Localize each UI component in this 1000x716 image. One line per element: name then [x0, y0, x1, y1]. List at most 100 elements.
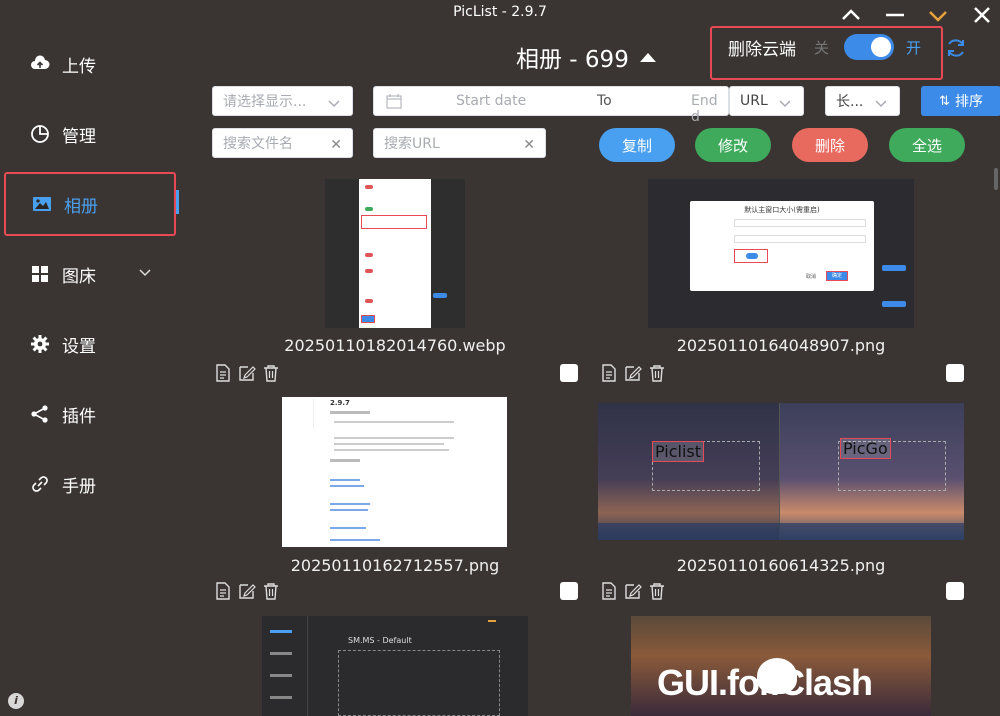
toggle-off-label: 关: [814, 39, 830, 57]
trash-icon[interactable]: [648, 582, 666, 600]
sidebar-item-upload[interactable]: 上传: [4, 32, 176, 96]
chevron-down-icon: [328, 97, 340, 113]
clear-icon[interactable]: ✕: [330, 137, 342, 153]
sidebar-item-plugins[interactable]: 插件: [4, 382, 176, 446]
sidebar-item-label: 图床: [62, 266, 96, 287]
file-info-icon[interactable]: [600, 582, 618, 600]
link-line: [330, 503, 370, 505]
edit-icon[interactable]: [624, 582, 642, 600]
file-info-icon[interactable]: [214, 364, 232, 382]
delete-button[interactable]: 删除: [792, 128, 868, 162]
text-line: [334, 443, 444, 445]
image-filename: 20250110162712557.png: [290, 556, 500, 575]
file-info-icon[interactable]: [600, 364, 618, 382]
nav-line: [270, 652, 292, 655]
select-checkbox[interactable]: [560, 364, 578, 382]
button-mini: [882, 301, 906, 307]
copy-button[interactable]: 复制: [599, 128, 675, 162]
delete-cloud-label: 删除云端: [728, 40, 796, 60]
image-thumbnail[interactable]: SM.MS - Default: [262, 616, 528, 716]
collapse-chevron-down-icon[interactable]: [927, 4, 949, 26]
file-info-icon[interactable]: [214, 582, 232, 600]
toggle-mini: [746, 253, 758, 259]
pie-chart-icon: [30, 124, 50, 144]
sidebar-item-manual[interactable]: 手册: [4, 452, 176, 516]
search-url-input[interactable]: 搜索URL ✕: [373, 128, 546, 158]
sidebar-item-label: 管理: [62, 126, 96, 147]
search-filename-input[interactable]: 搜索文件名 ✕: [212, 128, 353, 158]
sidebar-item-label: 上传: [62, 56, 96, 77]
link-line: [330, 479, 360, 481]
image-thumbnail[interactable]: 2.9.7: [282, 397, 507, 547]
sort-button[interactable]: ⇅ 排序: [921, 86, 1000, 116]
url-type-select[interactable]: URL: [729, 86, 804, 116]
cloud-upload-icon: [30, 54, 50, 74]
edit-icon[interactable]: [238, 582, 256, 600]
length-value: 长...: [836, 94, 864, 110]
scrollbar[interactable]: [994, 168, 998, 190]
release-version: 2.9.7: [330, 399, 350, 407]
card-toolbar: [214, 364, 280, 382]
upload-area: [338, 650, 500, 716]
minimize-icon[interactable]: [884, 4, 906, 26]
close-icon[interactable]: [971, 4, 993, 26]
image-thumbnail[interactable]: [325, 179, 465, 328]
sidebar-item-manage[interactable]: 管理: [4, 102, 176, 166]
caret-up-icon[interactable]: [640, 53, 656, 62]
toggle-mini: [365, 253, 373, 257]
trash-icon[interactable]: [262, 364, 280, 382]
length-select[interactable]: 长...: [825, 86, 900, 116]
start-date-input[interactable]: Start date: [456, 93, 526, 109]
sidebar-item-settings[interactable]: 设置: [4, 312, 176, 376]
share-icon: [30, 404, 50, 424]
end-date-input[interactable]: End d: [691, 93, 728, 125]
dialog-title: 默认主窗口大小(需重启): [744, 206, 820, 214]
date-separator: To: [597, 93, 612, 109]
select-checkbox[interactable]: [946, 582, 964, 600]
card-toolbar: [600, 582, 666, 600]
link-icon: [30, 474, 50, 494]
edit-button[interactable]: 修改: [695, 128, 771, 162]
clear-icon[interactable]: ✕: [523, 137, 535, 153]
link-line: [330, 485, 364, 487]
chevron-down-icon: [779, 97, 791, 113]
chevron-down-icon: [875, 97, 887, 113]
text-line: [334, 421, 454, 423]
card-toolbar: [214, 582, 280, 600]
refresh-icon[interactable]: [944, 36, 968, 60]
delete-cloud-toggle[interactable]: [844, 34, 894, 60]
image-thumbnail[interactable]: GUI.for.Clash: [631, 616, 931, 716]
chevron-down-icon: [138, 264, 152, 284]
dialog-input: [734, 219, 866, 227]
image-thumbnail[interactable]: 默认主窗口大小(需重启) 取消 确定: [648, 179, 914, 328]
sidebar-item-picbed[interactable]: 图床: [4, 242, 176, 306]
dialog-input: [734, 235, 866, 243]
image-icon: [32, 194, 52, 214]
edit-icon[interactable]: [624, 364, 642, 382]
date-range-picker[interactable]: Start date To End d: [373, 86, 729, 125]
image-thumbnail[interactable]: Piclist PicGo: [598, 403, 964, 540]
display-select[interactable]: 请选择显示...: [212, 86, 353, 116]
smms-label: SM.MS - Default: [348, 636, 412, 645]
button-mini: [433, 293, 447, 298]
select-checkbox[interactable]: [560, 582, 578, 600]
toggle-mini: [365, 185, 373, 189]
select-checkbox[interactable]: [946, 364, 964, 382]
image-filename: 20250110182014760.webp: [284, 336, 506, 355]
edit-icon[interactable]: [238, 364, 256, 382]
sort-label: 排序: [954, 94, 983, 110]
scenery-strip: [598, 523, 964, 540]
sidebar-item-album[interactable]: 相册: [4, 172, 176, 236]
info-icon[interactable]: i: [8, 693, 24, 709]
calendar-icon: [386, 94, 402, 113]
cat-logo: [757, 658, 797, 694]
trash-icon[interactable]: [262, 582, 280, 600]
pin-chevron-up-icon[interactable]: [840, 4, 862, 26]
search-url-placeholder: 搜索URL: [384, 136, 440, 152]
trash-icon[interactable]: [648, 364, 666, 382]
select-all-button[interactable]: 全选: [889, 128, 965, 162]
confirm-mini: [361, 315, 375, 323]
url-type-value: URL: [740, 93, 768, 109]
button-mini: [882, 265, 906, 271]
text-line: [330, 411, 370, 414]
